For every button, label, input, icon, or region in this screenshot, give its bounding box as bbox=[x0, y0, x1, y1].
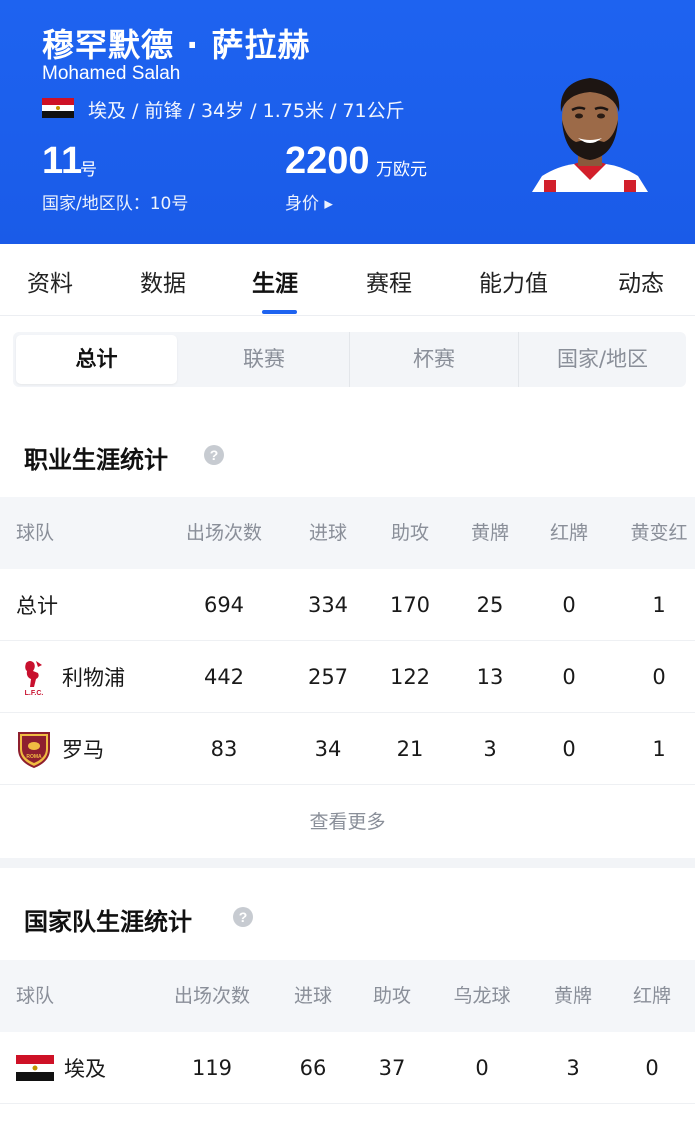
column-header: 乌龙球 bbox=[453, 985, 511, 1007]
red-cards: 0 bbox=[562, 593, 576, 617]
national-stats-title: 国家队生涯统计 bbox=[24, 908, 192, 936]
team-cell: ROMA 罗马 bbox=[16, 713, 104, 785]
second-yellows: 1 bbox=[652, 593, 666, 617]
assists: 37 bbox=[378, 1056, 406, 1080]
team-name: 罗马 bbox=[62, 738, 104, 762]
yellow-cards: 25 bbox=[476, 593, 504, 617]
red-cards: 0 bbox=[645, 1056, 659, 1080]
segment-national[interactable]: 国家/地区 bbox=[519, 332, 686, 387]
appearances: 119 bbox=[191, 1056, 233, 1080]
column-header: 红牌 bbox=[632, 985, 671, 1007]
column-header: 球队 bbox=[16, 522, 55, 544]
table-row[interactable]: 总计 694 334 170 25 0 1 bbox=[0, 569, 695, 641]
market-value-link[interactable]: 身价 ▸ bbox=[285, 189, 333, 214]
column-header: 进球 bbox=[293, 985, 332, 1007]
career-table-header: 球队 出场次数 进球 助攻 黄牌 红牌 黄变红 bbox=[0, 497, 695, 569]
shirt-number: 11 bbox=[42, 140, 83, 182]
yellow-cards: 13 bbox=[476, 665, 504, 689]
market-value-unit: 万欧元 bbox=[376, 160, 427, 180]
column-header: 黄变红 bbox=[630, 522, 688, 544]
segment-bar: 总计 联赛 杯赛 国家/地区 bbox=[0, 316, 695, 404]
own-goals: 0 bbox=[475, 1056, 489, 1080]
appearances: 442 bbox=[203, 665, 245, 689]
active-tab-indicator bbox=[262, 310, 297, 314]
player-header: 穆罕默德 · 萨拉赫 Mohamed Salah 埃及 / 前锋 / 34岁 /… bbox=[0, 0, 695, 244]
tab-ability[interactable]: 能力值 bbox=[479, 264, 548, 298]
market-value: 2200 bbox=[285, 140, 370, 182]
column-header: 出场次数 bbox=[185, 522, 262, 544]
column-header: 助攻 bbox=[372, 985, 411, 1007]
column-header: 黄牌 bbox=[470, 522, 509, 544]
player-bio: 埃及 / 前锋 / 34岁 / 1.75米 / 71公斤 bbox=[88, 100, 405, 122]
roma-crest-icon: ROMA bbox=[18, 732, 50, 769]
assists: 122 bbox=[389, 665, 431, 689]
table-row[interactable]: 埃及 119 66 37 0 3 0 bbox=[0, 1032, 695, 1104]
second-yellows: 0 bbox=[652, 665, 666, 689]
view-more-link[interactable]: 查看更多 bbox=[0, 786, 695, 858]
segment-league[interactable]: 联赛 bbox=[180, 332, 348, 387]
liverpool-crest-icon: L.F.C. bbox=[25, 661, 44, 697]
tab-data[interactable]: 数据 bbox=[140, 264, 186, 298]
main-tabs: 资料 数据 生涯 赛程 能力值 动态 bbox=[0, 244, 695, 316]
player-avatar bbox=[532, 78, 648, 192]
assists: 21 bbox=[396, 737, 424, 761]
team-name: 总计 bbox=[16, 594, 58, 618]
shirt-number-unit: 号 bbox=[80, 160, 97, 180]
table-row[interactable]: ROMA 罗马 83 34 21 3 0 1 bbox=[0, 713, 695, 785]
segment-total[interactable]: 总计 bbox=[16, 335, 177, 384]
segmented-control: 总计 联赛 杯赛 国家/地区 bbox=[13, 332, 686, 387]
career-stats-title: 职业生涯统计 bbox=[24, 446, 168, 474]
appearances: 83 bbox=[210, 737, 238, 761]
national-team-number: 国家/地区队：10号 bbox=[42, 194, 189, 214]
yellow-cards: 3 bbox=[483, 737, 497, 761]
yellow-cards: 3 bbox=[566, 1056, 580, 1080]
tab-news[interactable]: 动态 bbox=[618, 264, 664, 298]
national-stats-card: 国家队生涯统计 ? 球队 出场次数 进球 助攻 乌龙球 黄牌 红牌 埃及 119… bbox=[0, 868, 695, 1124]
national-table-header: 球队 出场次数 进球 助攻 乌龙球 黄牌 红牌 bbox=[0, 960, 695, 1032]
column-header: 出场次数 bbox=[173, 985, 250, 1007]
svg-text:ROMA: ROMA bbox=[26, 754, 42, 760]
column-header: 黄牌 bbox=[553, 985, 592, 1007]
team-cell: L.F.C. 利物浦 bbox=[16, 641, 125, 713]
red-cards: 0 bbox=[562, 737, 576, 761]
player-name-cn: 穆罕默德 · 萨拉赫 bbox=[42, 26, 311, 64]
team-cell: 埃及 bbox=[16, 1032, 106, 1104]
egypt-flag-icon bbox=[42, 98, 74, 118]
goals: 34 bbox=[314, 737, 342, 761]
help-icon[interactable]: ? bbox=[233, 907, 253, 927]
second-yellows: 1 bbox=[652, 737, 666, 761]
column-header: 进球 bbox=[308, 522, 347, 544]
egypt-flag-icon bbox=[16, 1055, 54, 1081]
team-name: 利物浦 bbox=[62, 666, 125, 690]
column-header: 助攻 bbox=[390, 522, 429, 544]
help-icon[interactable]: ? bbox=[204, 445, 224, 465]
red-cards: 0 bbox=[562, 665, 576, 689]
tab-schedule[interactable]: 赛程 bbox=[366, 264, 412, 298]
column-header: 球队 bbox=[16, 985, 55, 1007]
column-header: 红牌 bbox=[549, 522, 588, 544]
assists: 170 bbox=[389, 593, 431, 617]
tab-career[interactable]: 生涯 bbox=[252, 264, 298, 298]
svg-text:L.F.C.: L.F.C. bbox=[25, 690, 44, 697]
team-name: 埃及 bbox=[64, 1057, 106, 1081]
segment-cup[interactable]: 杯赛 bbox=[350, 332, 518, 387]
appearances: 694 bbox=[203, 593, 245, 617]
career-stats-card: 职业生涯统计 ? 球队 出场次数 进球 助攻 黄牌 红牌 黄变红 总计 694 … bbox=[0, 404, 695, 858]
goals: 257 bbox=[307, 665, 349, 689]
goals: 66 bbox=[299, 1056, 327, 1080]
goals: 334 bbox=[307, 593, 349, 617]
player-name-en: Mohamed Salah bbox=[42, 63, 181, 84]
tab-profile[interactable]: 资料 bbox=[27, 264, 73, 298]
table-row[interactable]: L.F.C. 利物浦 442 257 122 13 0 0 bbox=[0, 641, 695, 713]
